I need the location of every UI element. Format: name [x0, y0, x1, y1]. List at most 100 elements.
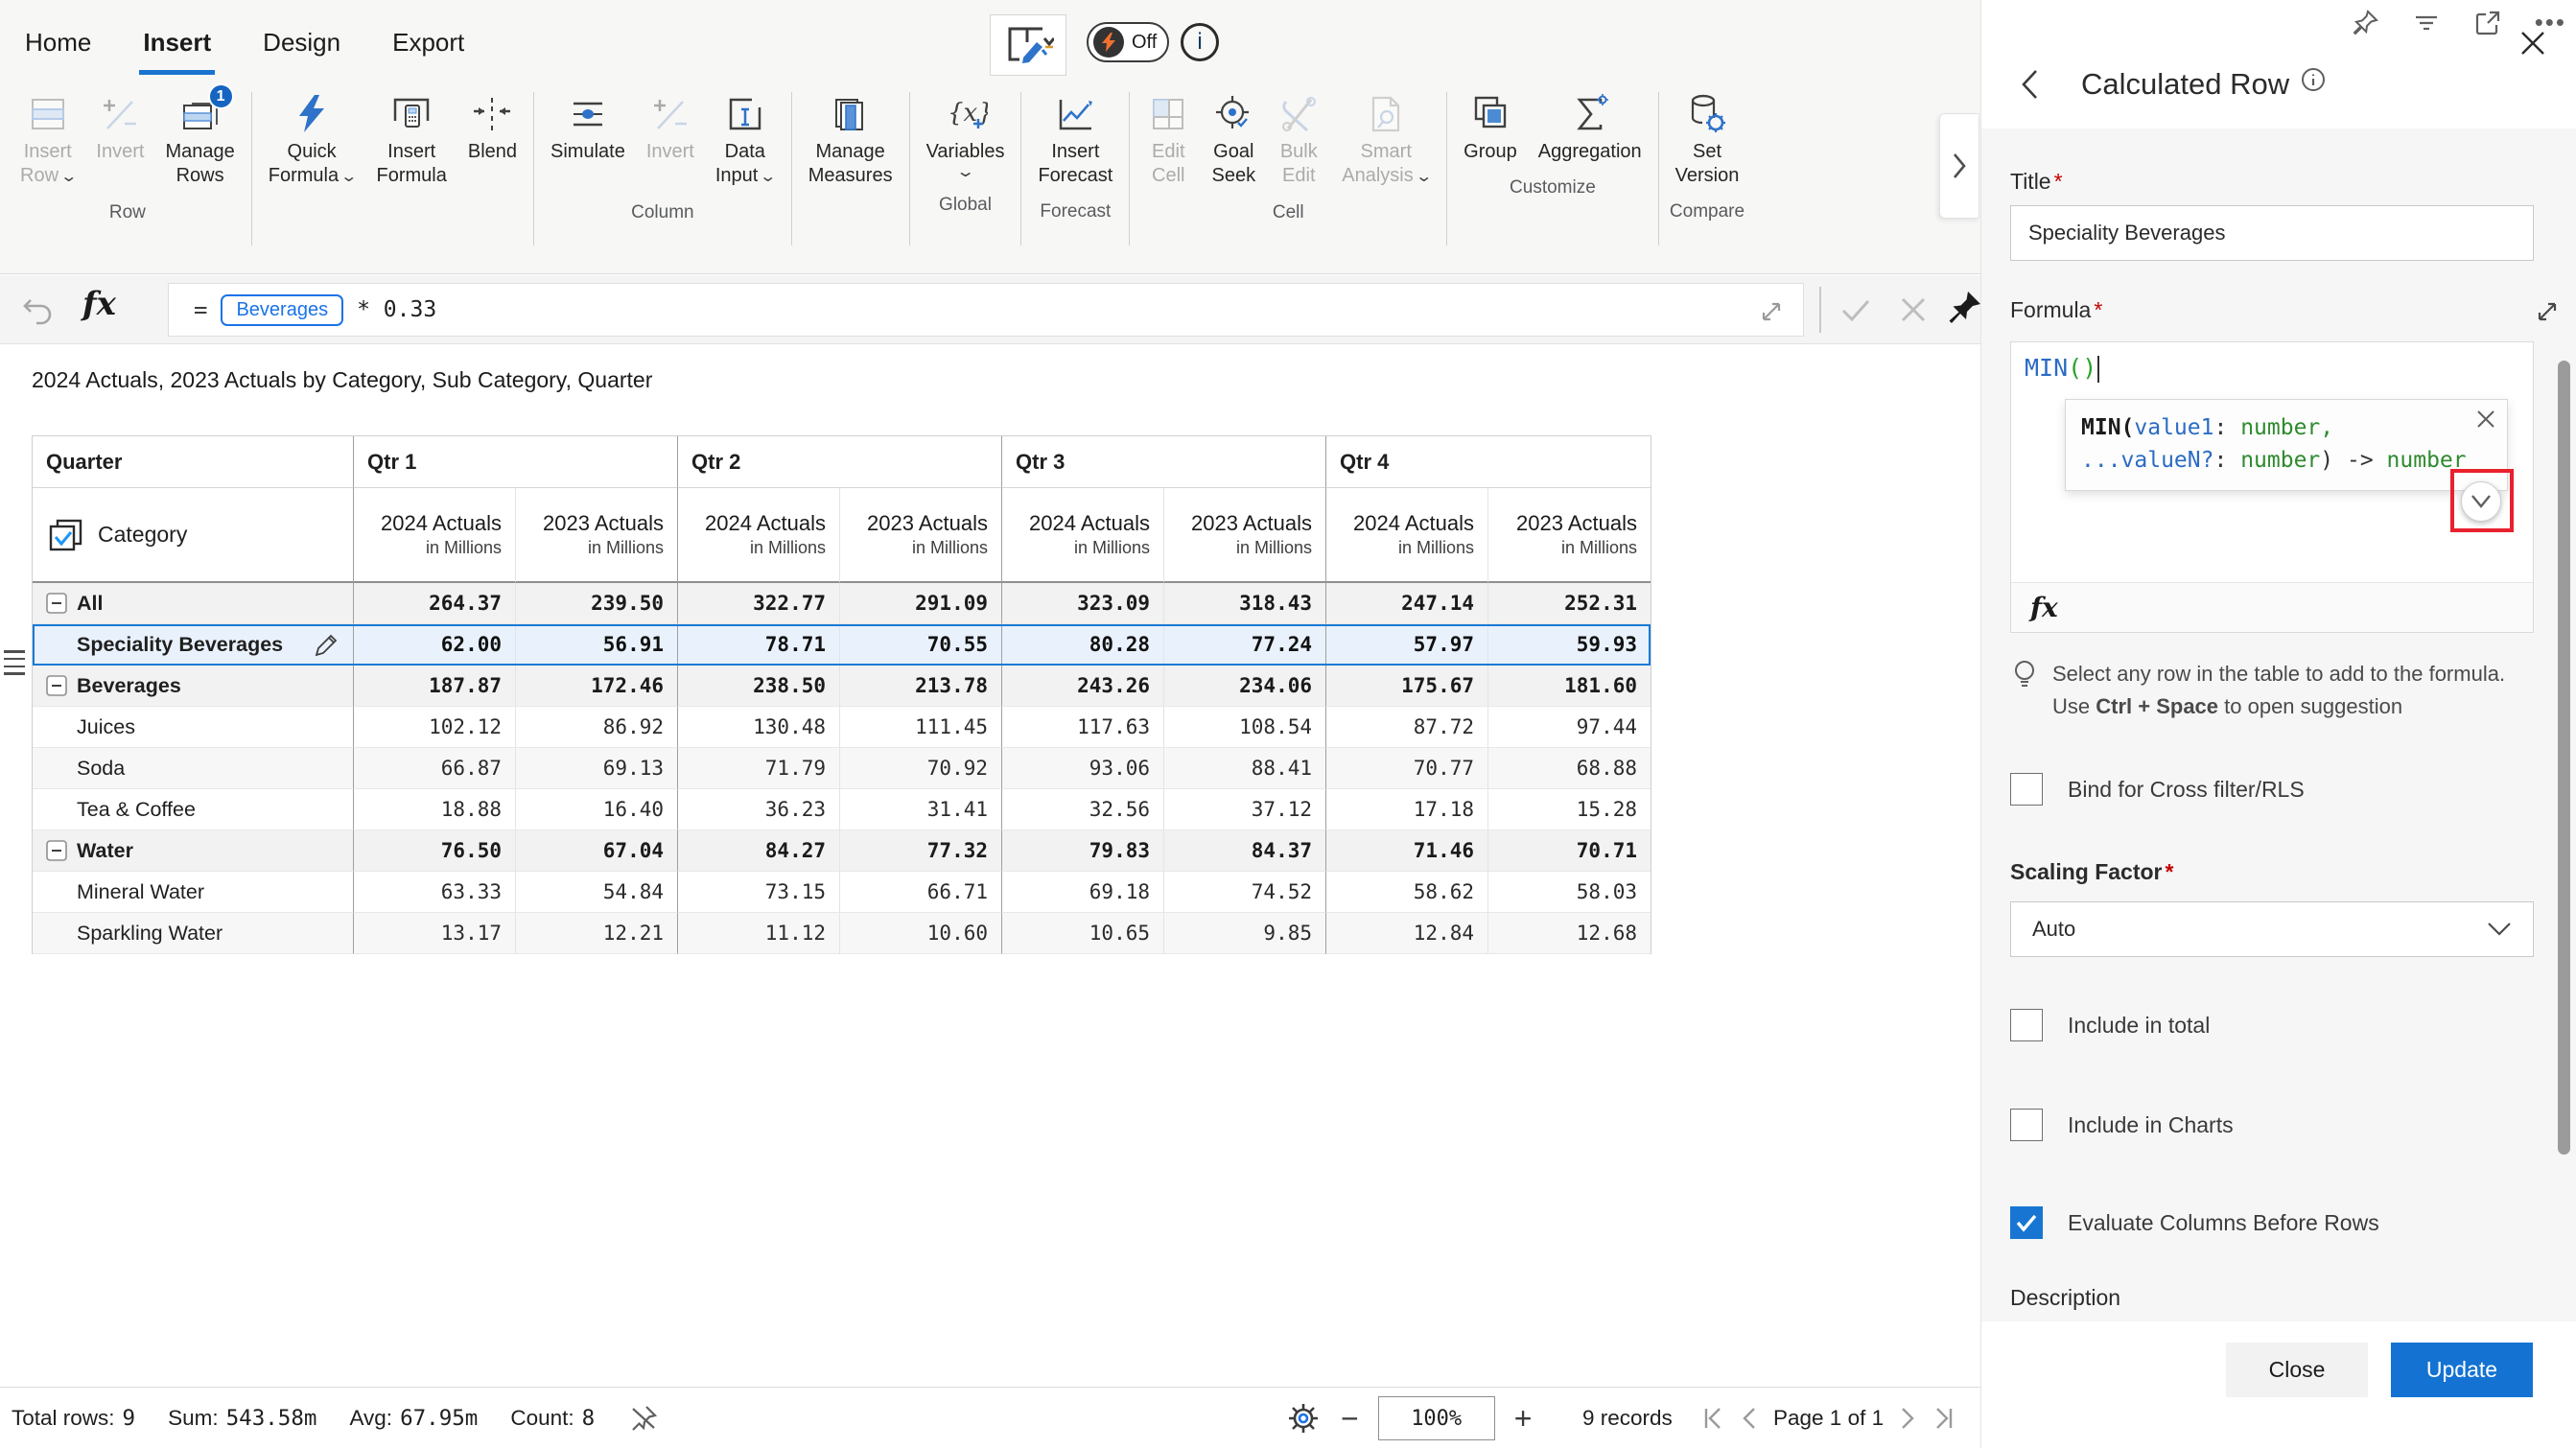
collapse-icon[interactable]	[46, 840, 67, 861]
back-button[interactable]	[2018, 67, 2041, 102]
value-cell[interactable]: 78.71	[678, 624, 840, 666]
expand-formula-icon[interactable]	[1757, 297, 1786, 326]
value-cell[interactable]: 58.62	[1326, 872, 1488, 913]
undo-icon[interactable]	[21, 292, 56, 327]
value-cell[interactable]: 57.97	[1326, 624, 1488, 666]
value-cell[interactable]: 10.65	[1002, 913, 1164, 954]
row-label[interactable]: Tea & Coffee	[33, 789, 354, 830]
formula-expand-icon[interactable]	[2533, 297, 2562, 326]
tab-design[interactable]: Design	[261, 22, 342, 63]
value-cell[interactable]: 238.50	[678, 666, 840, 707]
column-header-qtr1[interactable]: Qtr 1	[354, 436, 678, 488]
row-label[interactable]: Beverages	[33, 666, 354, 707]
edit-cell-button[interactable]: Edit Cell	[1136, 88, 1201, 192]
table-row[interactable]: Sparkling Water 13.17 12.21 11.12 10.60 10.65…	[33, 913, 1651, 954]
value-cell[interactable]: 32.56	[1002, 789, 1164, 830]
row-label[interactable]: Juices	[33, 707, 354, 748]
hide-aggregates-icon[interactable]	[627, 1402, 660, 1435]
insert-row-button[interactable]: Insert Row⌄	[10, 88, 85, 193]
value-cell[interactable]: 234.06	[1164, 666, 1326, 707]
value-cell[interactable]: 87.72	[1326, 707, 1488, 748]
value-cell[interactable]: 117.63	[1002, 707, 1164, 748]
row-label[interactable]: Mineral Water	[33, 872, 354, 913]
title-field-input[interactable]: Speciality Beverages	[2010, 205, 2534, 261]
edit-mode-button[interactable]	[990, 14, 1066, 76]
variables-button[interactable]: {x} Variables ⌄	[916, 88, 1016, 185]
value-cell[interactable]: 70.77	[1326, 748, 1488, 789]
zoom-level-input[interactable]: 100%	[1377, 1396, 1495, 1440]
smart-analysis-button[interactable]: Smart Analysis⌄	[1331, 88, 1440, 193]
value-cell[interactable]: 18.88	[354, 789, 516, 830]
value-cell[interactable]: 175.67	[1326, 666, 1488, 707]
set-version-button[interactable]: Set Version	[1665, 88, 1750, 192]
value-cell[interactable]: 86.92	[516, 707, 678, 748]
live-toggle[interactable]: Off	[1087, 22, 1169, 62]
bulk-edit-button[interactable]: Bulk Edit	[1266, 88, 1331, 192]
scaling-factor-select[interactable]: Auto	[2010, 901, 2534, 957]
value-cell[interactable]: 181.60	[1488, 666, 1651, 707]
blend-button[interactable]: Blend	[457, 88, 527, 168]
evaluate-columns-checkbox[interactable]: Evaluate Columns Before Rows	[2010, 1206, 2379, 1239]
value-cell[interactable]: 9.85	[1164, 913, 1326, 954]
tab-home[interactable]: Home	[23, 22, 93, 63]
data-input-button[interactable]: Data Input⌄	[705, 88, 785, 193]
value-cell[interactable]: 93.06	[1002, 748, 1164, 789]
value-cell[interactable]: 88.41	[1164, 748, 1326, 789]
panel-scrollbar[interactable]	[2558, 361, 2570, 1155]
value-cell[interactable]: 11.12	[678, 913, 840, 954]
value-cell[interactable]: 71.79	[678, 748, 840, 789]
value-cell[interactable]: 36.23	[678, 789, 840, 830]
ribbon-expand-button[interactable]	[1939, 113, 1979, 219]
value-cell[interactable]: 318.43	[1164, 583, 1326, 624]
edit-row-pencil-icon[interactable]	[314, 631, 340, 658]
value-cell[interactable]: 264.37	[354, 583, 516, 624]
pin-formula-bar-icon[interactable]	[1945, 289, 1983, 327]
measure-header[interactable]: 2024 Actuals in Millions	[1002, 488, 1164, 583]
value-cell[interactable]: 322.77	[678, 583, 840, 624]
value-cell[interactable]: 323.09	[1002, 583, 1164, 624]
measure-header[interactable]: 2024 Actuals in Millions	[678, 488, 840, 583]
value-cell[interactable]: 54.84	[516, 872, 678, 913]
value-cell[interactable]: 58.03	[1488, 872, 1651, 913]
table-row[interactable]: Mineral Water 63.33 54.84 73.15 66.71 69.18 74…	[33, 872, 1651, 913]
value-cell[interactable]: 252.31	[1488, 583, 1651, 624]
value-cell[interactable]: 71.46	[1326, 830, 1488, 872]
table-row[interactable]: Soda 66.87 69.13 71.79 70.92 93.06 88.41 70.77 6…	[33, 748, 1651, 789]
value-cell[interactable]: 84.27	[678, 830, 840, 872]
value-cell[interactable]: 79.83	[1002, 830, 1164, 872]
row-label[interactable]: Sparkling Water	[33, 913, 354, 954]
zoom-out-button[interactable]: −	[1341, 1403, 1359, 1434]
value-cell[interactable]: 15.28	[1488, 789, 1651, 830]
table-row[interactable]: Water 76.50 67.04 84.27 77.32 79.83 84.37 71.46…	[33, 830, 1651, 872]
include-in-total-checkbox[interactable]: Include in total	[2010, 1009, 2210, 1041]
prev-page-button[interactable]	[1739, 1406, 1760, 1431]
value-cell[interactable]: 69.18	[1002, 872, 1164, 913]
value-cell[interactable]: 73.15	[678, 872, 840, 913]
invert-row-button[interactable]: Invert	[85, 88, 154, 168]
formula-field-chip[interactable]: Beverages	[221, 293, 344, 326]
value-cell[interactable]: 80.28	[1002, 624, 1164, 666]
measure-header[interactable]: 2024 Actuals in Millions	[1326, 488, 1488, 583]
value-cell[interactable]: 76.50	[354, 830, 516, 872]
value-cell[interactable]: 243.26	[1002, 666, 1164, 707]
formula-input[interactable]: = Beverages * 0.33	[168, 283, 1804, 337]
value-cell[interactable]: 77.24	[1164, 624, 1326, 666]
filter-lines-icon[interactable]	[2412, 9, 2441, 37]
value-cell[interactable]: 102.12	[354, 707, 516, 748]
value-cell[interactable]: 16.40	[516, 789, 678, 830]
value-cell[interactable]: 69.13	[516, 748, 678, 789]
value-cell[interactable]: 12.68	[1488, 913, 1651, 954]
value-cell[interactable]: 239.50	[516, 583, 678, 624]
include-in-charts-checkbox[interactable]: Include in Charts	[2010, 1109, 2234, 1141]
update-button[interactable]: Update	[2391, 1343, 2533, 1397]
value-cell[interactable]: 130.48	[678, 707, 840, 748]
measure-header[interactable]: 2023 Actuals in Millions	[1164, 488, 1326, 583]
value-cell[interactable]: 63.33	[354, 872, 516, 913]
close-button[interactable]: Close	[2226, 1343, 2368, 1397]
value-cell[interactable]: 172.46	[516, 666, 678, 707]
row-label[interactable]: All	[33, 583, 354, 624]
value-cell[interactable]: 108.54	[1164, 707, 1326, 748]
expand-suggestion-button[interactable]	[2461, 481, 2501, 522]
value-cell[interactable]: 37.12	[1164, 789, 1326, 830]
table-row[interactable]: Tea & Coffee 18.88 16.40 36.23 31.41 32.56 37.…	[33, 789, 1651, 830]
